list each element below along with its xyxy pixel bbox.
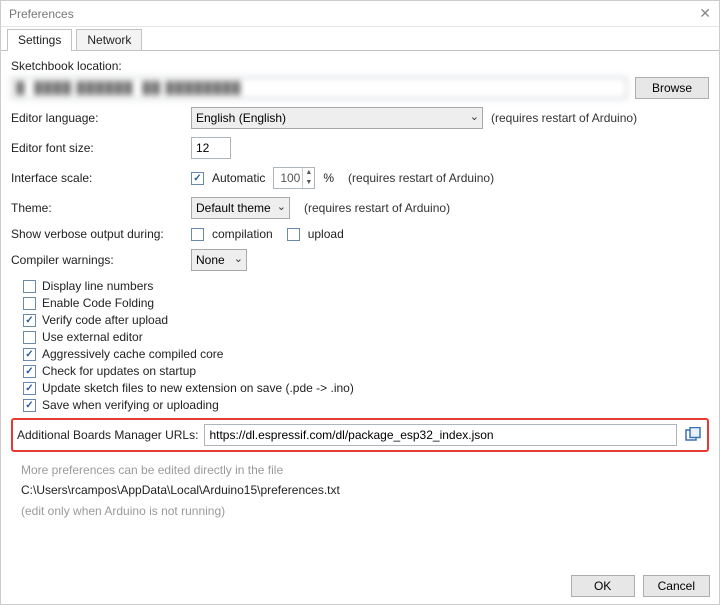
- footer-line3: (edit only when Arduino is not running): [21, 501, 709, 521]
- additional-urls-row: Additional Boards Manager URLs:: [11, 418, 709, 452]
- compiler-warnings-select[interactable]: None: [191, 249, 247, 271]
- restart-hint-theme: (requires restart of Arduino): [304, 201, 450, 215]
- scale-spinner[interactable]: ▲▼: [273, 167, 315, 189]
- restart-hint-scale: (requires restart of Arduino): [348, 171, 494, 185]
- additional-urls-label: Additional Boards Manager URLs:: [17, 428, 198, 442]
- verify-after-upload-label: Verify code after upload: [42, 313, 168, 327]
- editor-language-label: Editor language:: [11, 111, 183, 125]
- spinner-updown-icon[interactable]: ▲▼: [302, 168, 314, 188]
- footer-prefs-path: C:\Users\rcampos\AppData\Local\Arduino15…: [21, 480, 709, 500]
- external-editor-label: Use external editor: [42, 330, 143, 344]
- font-size-label: Editor font size:: [11, 141, 183, 155]
- ok-button[interactable]: OK: [571, 575, 635, 597]
- save-on-verify-label: Save when verifying or uploading: [42, 398, 219, 412]
- settings-panel: Sketchbook location: Browse Editor langu…: [1, 51, 719, 521]
- save-on-verify-checkbox[interactable]: [23, 399, 36, 412]
- aggressive-cache-checkbox[interactable]: [23, 348, 36, 361]
- close-icon[interactable]: ✕: [699, 5, 711, 22]
- display-line-numbers-checkbox[interactable]: [23, 280, 36, 293]
- display-line-numbers-label: Display line numbers: [42, 279, 153, 293]
- verbose-compilation-checkbox[interactable]: [191, 228, 204, 241]
- font-size-input[interactable]: [191, 137, 231, 159]
- open-urls-dialog-icon[interactable]: [683, 425, 703, 445]
- scale-value-input[interactable]: [274, 168, 302, 188]
- verbose-upload-checkbox[interactable]: [287, 228, 300, 241]
- aggressive-cache-label: Aggressively cache compiled core: [42, 347, 223, 361]
- cancel-button[interactable]: Cancel: [643, 575, 710, 597]
- verbose-upload-label: upload: [308, 227, 344, 241]
- compiler-warnings-label: Compiler warnings:: [11, 253, 183, 267]
- editor-language-select[interactable]: English (English): [191, 107, 483, 129]
- tab-strip: Settings Network: [1, 27, 719, 51]
- enable-code-folding-checkbox[interactable]: [23, 297, 36, 310]
- restart-hint: (requires restart of Arduino): [491, 111, 637, 125]
- browse-button[interactable]: Browse: [635, 77, 709, 99]
- footer-info: More preferences can be edited directly …: [21, 460, 709, 521]
- theme-select[interactable]: Default theme: [191, 197, 290, 219]
- verbose-compilation-label: compilation: [212, 227, 273, 241]
- automatic-scale-label: Automatic: [212, 171, 265, 185]
- interface-scale-label: Interface scale:: [11, 171, 183, 185]
- tab-network[interactable]: Network: [76, 29, 142, 50]
- dialog-buttons: OK Cancel: [571, 575, 710, 597]
- window-title: Preferences: [9, 7, 74, 21]
- update-ext-checkbox[interactable]: [23, 382, 36, 395]
- percent-label: %: [323, 171, 334, 185]
- check-updates-label: Check for updates on startup: [42, 364, 196, 378]
- automatic-scale-checkbox[interactable]: [191, 172, 204, 185]
- theme-label: Theme:: [11, 201, 183, 215]
- enable-code-folding-label: Enable Code Folding: [42, 296, 154, 310]
- sketchbook-path-input[interactable]: [11, 77, 627, 99]
- tab-settings[interactable]: Settings: [7, 29, 72, 50]
- sketchbook-label: Sketchbook location:: [11, 59, 709, 73]
- footer-line1: More preferences can be edited directly …: [21, 460, 709, 480]
- update-ext-label: Update sketch files to new extension on …: [42, 381, 354, 395]
- external-editor-checkbox[interactable]: [23, 331, 36, 344]
- verify-after-upload-checkbox[interactable]: [23, 314, 36, 327]
- titlebar: Preferences ✕: [1, 1, 719, 27]
- check-updates-checkbox[interactable]: [23, 365, 36, 378]
- verbose-label: Show verbose output during:: [11, 227, 183, 241]
- additional-urls-input[interactable]: [204, 424, 677, 446]
